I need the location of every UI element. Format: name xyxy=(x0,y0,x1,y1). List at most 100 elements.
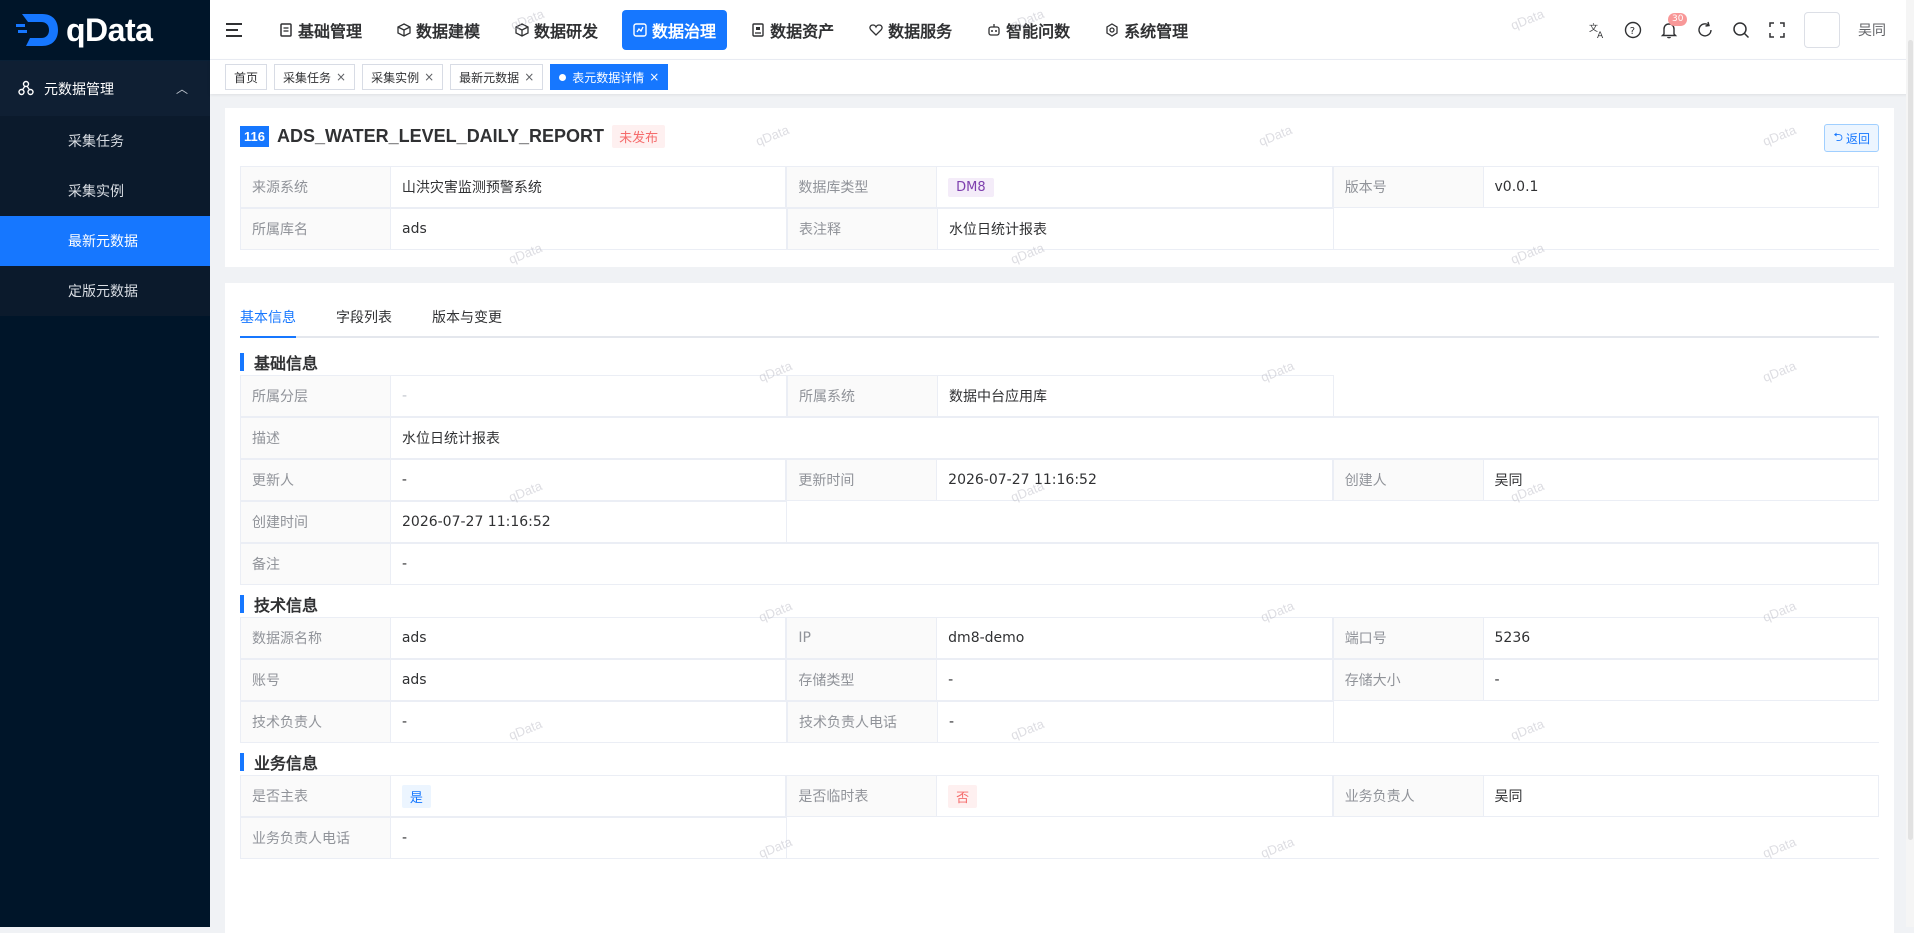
desc-label: 业务负责人电话 xyxy=(240,817,390,858)
nav-data-assets[interactable]: 数据资产 xyxy=(740,10,845,50)
table-name: ADS_WATER_LEVEL_DAILY_REPORT xyxy=(276,126,605,146)
desc-label: 备注 xyxy=(240,543,390,584)
tag-collect-instance[interactable]: 采集实例 × xyxy=(362,64,444,90)
nav-basic-management[interactable]: 基础管理 xyxy=(268,10,373,50)
bell-icon[interactable]: 30 xyxy=(1660,12,1688,39)
nav-data-modeling[interactable]: 数据建模 xyxy=(386,10,491,50)
update-time-value: 2026-07-27 11:16:52 xyxy=(936,459,1333,500)
table-id-badge: 116 xyxy=(240,126,269,147)
tech-owner-phone-value: - xyxy=(937,701,1334,742)
top-nav-bar: 基础管理 数据建模 数据研发 数据治理 数据资产 数据服务 智能问数 系统管理 … xyxy=(210,0,1914,60)
scrollbar-thumb[interactable] xyxy=(1908,40,1913,840)
desc-label: 来源系统 xyxy=(240,166,390,207)
desc-label: IP xyxy=(786,617,937,658)
sidebar-group-metadata[interactable]: 元数据管理 ︿ xyxy=(0,60,210,116)
translate-icon[interactable]: 文A xyxy=(1588,21,1606,39)
desc-label: 版本号 xyxy=(1332,166,1483,207)
cube-icon xyxy=(397,22,411,37)
close-icon[interactable]: × xyxy=(524,70,534,84)
help-icon[interactable]: ? xyxy=(1624,21,1642,39)
nav-data-governance[interactable]: 数据治理 xyxy=(622,9,728,50)
storage-type-value: - xyxy=(936,659,1333,700)
search-icon[interactable] xyxy=(1732,21,1750,39)
nav-label: 数据研发 xyxy=(534,21,599,41)
sidebar-group-label: 元数据管理 xyxy=(44,81,114,98)
gear-icon xyxy=(1105,22,1119,37)
desc-row: 更新人 - 更新时间 2026-07-27 11:16:52 创建人 吴同 xyxy=(240,459,1880,501)
nav-label: 基础管理 xyxy=(298,21,363,41)
source-system-value: 山洪灾害监测预警系统 xyxy=(389,166,787,207)
back-label: 返回 xyxy=(1845,131,1870,146)
sidebar-item-collect-instance[interactable]: 采集实例 xyxy=(0,166,210,216)
sidebar-item-collect-task[interactable]: 采集任务 xyxy=(0,116,210,166)
avatar[interactable] xyxy=(1804,11,1840,48)
nav-label: 数据资产 xyxy=(770,21,835,41)
sidebar: qData 元数据管理 ︿ 采集任务 采集实例 最新元数据 定版元数据 xyxy=(0,0,210,927)
nav-data-services[interactable]: 数据服务 xyxy=(858,10,963,50)
tags-view-bar: 首页 采集任务 × 采集实例 × 最新元数据 × 表元数据详情 × xyxy=(210,60,1914,94)
tag-collect-task[interactable]: 采集任务 × xyxy=(274,64,356,90)
notification-badge: 30 xyxy=(1668,12,1688,26)
port-value: 5236 xyxy=(1482,617,1880,658)
tag-latest-metadata[interactable]: 最新元数据 × xyxy=(450,64,544,90)
datasource-name-value: ads xyxy=(389,617,787,658)
db-type-tag: DM8 xyxy=(948,177,994,197)
summary-descriptions: 来源系统 山洪灾害监测预警系统 数据库类型 DM8 版本号 v0.0.1 所属库… xyxy=(240,166,1880,250)
desc-row: 来源系统 山洪灾害监测预警系统 数据库类型 DM8 版本号 v0.0.1 xyxy=(240,166,1880,208)
nav-label: 数据治理 xyxy=(652,21,717,41)
sidebar-item-fixed-metadata[interactable]: 定版元数据 xyxy=(0,266,210,316)
tag-table-metadata-detail[interactable]: 表元数据详情 × xyxy=(550,64,669,90)
menu-toggle-icon[interactable] xyxy=(226,22,248,37)
desc-label: 所属系统 xyxy=(787,375,937,416)
asset-icon xyxy=(751,22,765,37)
svg-text:A: A xyxy=(1597,31,1604,39)
section-title-business: 业务信息 xyxy=(240,750,318,774)
desc-label: 所属分层 xyxy=(240,375,390,416)
desc-row: 技术负责人 - 技术负责人电话 - xyxy=(240,701,1879,743)
tag-label: 表元数据详情 xyxy=(572,70,645,85)
tag-home[interactable]: 首页 xyxy=(225,64,268,90)
close-icon[interactable]: × xyxy=(336,70,346,84)
back-button[interactable]: ⮌ 返回 xyxy=(1824,124,1879,152)
tab-field-list[interactable]: 字段列表 xyxy=(336,303,392,336)
nodes-icon xyxy=(18,80,36,98)
nav-label: 智能问数 xyxy=(1006,21,1071,41)
biz-owner-phone-value: - xyxy=(390,817,787,858)
close-icon[interactable]: × xyxy=(424,70,434,84)
nav-system-management[interactable]: 系统管理 xyxy=(1094,10,1199,50)
desc-row: 业务负责人电话 - xyxy=(240,817,1879,859)
fullscreen-icon[interactable] xyxy=(1768,21,1786,39)
nav-data-development[interactable]: 数据研发 xyxy=(504,10,609,50)
desc-label: 数据源名称 xyxy=(240,617,390,658)
desc-row: 数据源名称 ads IP dm8-demo 端口号 5236 xyxy=(240,617,1880,659)
biz-owner-value: 吴同 xyxy=(1482,775,1880,816)
desc-label: 数据库类型 xyxy=(786,166,937,207)
tab-version-changes[interactable]: 版本与变更 xyxy=(432,303,502,336)
user-name[interactable]: 吴同 xyxy=(1858,20,1886,40)
tag-label: 采集实例 xyxy=(371,70,420,85)
ip-value: dm8-demo xyxy=(936,617,1333,658)
sidebar-item-latest-metadata[interactable]: 最新元数据 xyxy=(0,216,210,266)
refresh-icon[interactable] xyxy=(1696,21,1714,39)
desc-row: 所属库名 ads 表注释 水位日统计报表 xyxy=(240,208,1879,250)
logo: qData xyxy=(0,0,210,60)
section-marker xyxy=(240,353,244,371)
chevron-up-icon: ︿ xyxy=(175,82,188,96)
desc-label: 端口号 xyxy=(1332,617,1483,658)
desc-label: 表注释 xyxy=(787,208,937,249)
nav-smart-query[interactable]: 智能问数 xyxy=(976,10,1081,50)
tab-basic-info[interactable]: 基本信息 xyxy=(240,303,296,338)
svg-text:?: ? xyxy=(1630,26,1635,37)
page-scrollbar[interactable] xyxy=(1906,0,1914,927)
desc-label: 业务负责人 xyxy=(1332,775,1483,816)
desc-label: 存储大小 xyxy=(1332,659,1483,700)
tag-label: 采集任务 xyxy=(283,70,332,85)
system-value: 数据中台应用库 xyxy=(937,375,1334,416)
desc-row: 是否主表 是 是否临时表 否 业务负责人 吴同 xyxy=(240,775,1880,817)
close-icon[interactable]: × xyxy=(649,70,659,84)
desc-row: 创建时间 2026-07-27 11:16:52 xyxy=(240,501,1879,543)
business-descriptions: 是否主表 是 是否临时表 否 业务负责人 吴同 业务负责人电话 - xyxy=(240,775,1880,859)
desc-label: 账号 xyxy=(240,659,390,700)
section-title-text: 基础信息 xyxy=(254,354,319,373)
nav-label: 数据建模 xyxy=(416,21,481,41)
